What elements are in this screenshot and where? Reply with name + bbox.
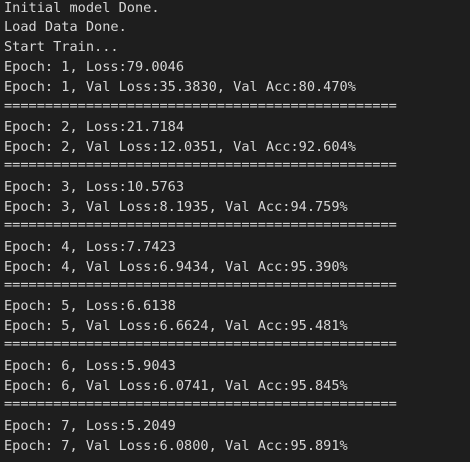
console-line: Epoch: 7, Val Loss:6.0800, Val Acc:95.89… <box>4 438 348 454</box>
console-line: Epoch: 3, Loss:10.5763 <box>4 179 185 195</box>
console-line: Epoch: 6, Val Loss:6.0741, Val Acc:95.84… <box>4 378 348 394</box>
separator-line: ========================================… <box>4 157 397 173</box>
console-line: Epoch: 5, Loss:6.6138 <box>4 298 176 314</box>
console-line: Epoch: 4, Loss:7.7423 <box>4 239 176 255</box>
separator-line: ========================================… <box>4 396 397 412</box>
console-line: Epoch: 3, Val Loss:8.1935, Val Acc:94.75… <box>4 199 348 215</box>
console-line: Epoch: 1, Loss:79.0046 <box>4 59 185 75</box>
console-line: Initial model Done. <box>4 0 160 16</box>
separator-line: ========================================… <box>4 336 397 352</box>
separator-line: ========================================… <box>4 277 397 293</box>
console-line: Epoch: 2, Loss:21.7184 <box>4 119 185 135</box>
console-output: Initial model Done. Load Data Done. Star… <box>0 0 470 462</box>
separator-line: ========================================… <box>4 98 397 114</box>
console-line: Load Data Done. <box>4 19 127 35</box>
console-line: Epoch: 6, Loss:5.9043 <box>4 358 176 374</box>
console-line: Epoch: 7, Loss:5.2049 <box>4 418 176 434</box>
console-line: Start Train... <box>4 39 119 55</box>
console-line: Epoch: 2, Val Loss:12.0351, Val Acc:92.6… <box>4 139 356 155</box>
separator-line: ========================================… <box>4 217 397 233</box>
console-line: Epoch: 1, Val Loss:35.3830, Val Acc:80.4… <box>4 79 356 95</box>
console-line: Epoch: 5, Val Loss:6.6624, Val Acc:95.48… <box>4 318 348 334</box>
console-line: Epoch: 4, Val Loss:6.9434, Val Acc:95.39… <box>4 259 348 275</box>
